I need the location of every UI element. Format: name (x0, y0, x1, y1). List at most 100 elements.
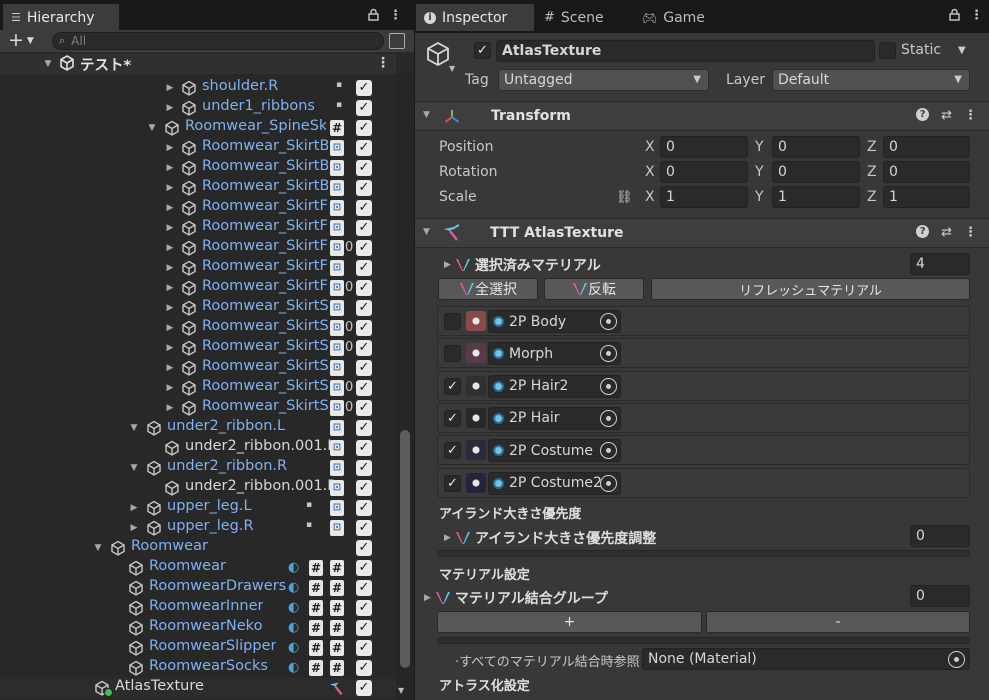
kebab-icon[interactable]: ⋮ (964, 225, 977, 240)
object-picker-icon[interactable] (600, 345, 617, 363)
enable-checkbox[interactable]: ✓ (356, 420, 372, 436)
hierarchy-row[interactable]: ▶ upper_leg.L ▪ ⊡ ✓ (0, 498, 396, 518)
hierarchy-row[interactable]: RoomwearInner ◐ # # ✓ (0, 598, 396, 618)
enable-checkbox[interactable]: ✓ (356, 620, 372, 636)
scene-kebab-icon[interactable]: ⋮ (376, 55, 390, 71)
material-merge-group-count[interactable]: 0 (910, 585, 970, 607)
collapse-arrow[interactable]: ▼ (423, 110, 430, 120)
hierarchy-row[interactable]: ▶ Roomwear_SkirtS ⊡ 0 ✓ (0, 378, 396, 398)
refresh-materials-button[interactable]: リフレッシュマテリアル (651, 278, 970, 300)
expand-arrow[interactable]: ▶ (165, 303, 175, 313)
hierarchy-row[interactable]: Roomwear ◐ # # ✓ (0, 558, 396, 578)
enable-checkbox[interactable]: ✓ (356, 680, 372, 696)
tag-dropdown[interactable]: Untagged ▼ (498, 69, 709, 91)
hierarchy-row[interactable]: ▼ Roomwear ✓ (0, 538, 396, 558)
enable-checkbox[interactable]: ✓ (356, 280, 372, 296)
position-x-field[interactable]: 0 (660, 136, 748, 158)
enable-checkbox[interactable]: ✓ (356, 440, 372, 456)
material-object-field[interactable]: 2P Costume (488, 439, 621, 463)
collapse-arrow[interactable]: ▼ (423, 227, 430, 237)
expand-arrow[interactable]: ▶ (165, 363, 175, 373)
expand-arrow[interactable]: ▶ (165, 343, 175, 353)
enable-checkbox[interactable]: ✓ (356, 580, 372, 596)
scale-z-field[interactable]: 1 (883, 186, 970, 208)
transform-header[interactable]: ▼ Transform ? ⇄ ⋮ (415, 101, 989, 131)
static-dropdown-arrow[interactable]: ▼ (958, 45, 966, 56)
enable-checkbox[interactable]: ✓ (356, 600, 372, 616)
hierarchy-row[interactable]: ▶ under1_ribbons ▪ ✓ (0, 98, 396, 118)
object-picker-icon[interactable] (600, 377, 617, 395)
hierarchy-row[interactable]: ▶ Roomwear_SkirtS ⊡ ✓ (0, 298, 396, 318)
expand-arrow[interactable]: ▶ (165, 383, 175, 393)
expand-arrow[interactable]: ▶ (165, 203, 175, 213)
kebab-icon[interactable]: ⋮ (389, 8, 402, 23)
scale-x-field[interactable]: 1 (660, 186, 748, 208)
help-icon[interactable]: ? (916, 225, 930, 238)
enable-checkbox[interactable]: ✓ (356, 140, 372, 156)
scroll-down-icon[interactable]: ▼ (398, 686, 404, 695)
rotation-z-field[interactable]: 0 (883, 161, 970, 183)
hierarchy-row[interactable]: ▶ Roomwear_SkirtB ⊡ ✓ (0, 158, 396, 178)
enable-checkbox[interactable]: ✓ (356, 640, 372, 656)
hierarchy-row[interactable]: ▼ under2_ribbon.L ⊡ ✓ (0, 418, 396, 438)
material-select-checkbox[interactable]: ✓ (444, 442, 461, 460)
unlinked-scale-icon[interactable]: ⛓︎ (616, 190, 633, 205)
lock-icon[interactable] (368, 8, 379, 23)
expand-arrow[interactable]: ▶ (129, 503, 139, 513)
material-object-field[interactable]: 2P Hair2 (488, 374, 621, 398)
material-object-field[interactable]: 2P Body (488, 310, 621, 333)
expand-arrow[interactable]: ▶ (165, 103, 175, 113)
hierarchy-row[interactable]: ▶ upper_leg.R ▪ ⊡ ✓ (0, 518, 396, 538)
expand-arrow[interactable]: ▼ (93, 543, 103, 553)
enable-checkbox[interactable]: ✓ (356, 100, 372, 116)
all-merge-ref-field[interactable]: None (Material) (642, 648, 970, 670)
search-mode-icon[interactable] (389, 33, 405, 49)
ttt-atlastexture-header[interactable]: ▼ TTT AtlasTexture ? ⇄ ⋮ (415, 218, 989, 248)
tab-hierarchy[interactable]: ☰ Hierarchy (3, 4, 119, 31)
material-select-checkbox[interactable]: ✓ (444, 409, 461, 427)
hierarchy-scroll-thumb[interactable] (400, 430, 410, 668)
tab-game[interactable]: 🎮︎ Game (634, 4, 713, 31)
enable-checkbox[interactable]: ✓ (356, 460, 372, 476)
enable-checkbox[interactable]: ✓ (356, 360, 372, 376)
enable-checkbox[interactable]: ✓ (356, 80, 372, 96)
material-object-field[interactable]: Morph (488, 342, 621, 366)
expand-arrow[interactable]: ▼ (129, 463, 139, 473)
hierarchy-row[interactable]: ▼ under2_ribbon.R ⊡ ✓ (0, 458, 396, 478)
enable-checkbox[interactable]: ✓ (356, 220, 372, 236)
hierarchy-row[interactable]: under2_ribbon.001.R ⊡ ✓ (0, 478, 396, 498)
expand-arrow[interactable]: ▶ (129, 523, 139, 533)
material-select-checkbox[interactable]: ✓ (444, 474, 461, 492)
hierarchy-row[interactable]: ▶ Roomwear_SkirtF ⊡ 0 ✓ (0, 238, 396, 258)
rotation-y-field[interactable]: 0 (772, 161, 860, 183)
position-y-field[interactable]: 0 (772, 136, 860, 158)
enable-checkbox[interactable]: ✓ (356, 560, 372, 576)
hierarchy-row[interactable]: RoomwearDrawers ◐ # # ✓ (0, 578, 396, 598)
active-checkbox[interactable]: ✓ (474, 42, 491, 59)
enable-checkbox[interactable]: ✓ (356, 320, 372, 336)
hierarchy-row[interactable]: ▶ Roomwear_SkirtF ⊡ 0 ✓ (0, 278, 396, 298)
static-checkbox[interactable] (879, 42, 896, 59)
rotation-x-field[interactable]: 0 (660, 161, 748, 183)
kebab-icon[interactable]: ⋮ (964, 108, 977, 123)
expand-arrow[interactable]: ▶ (165, 263, 175, 273)
material-select-checkbox[interactable] (444, 345, 461, 363)
enable-checkbox[interactable]: ✓ (356, 200, 372, 216)
object-name-field[interactable]: AtlasTexture (496, 40, 875, 62)
presets-icon[interactable]: ⇄ (941, 108, 952, 123)
hierarchy-row[interactable]: ▶ shoulder.R ▪ ✓ (0, 78, 396, 98)
enable-checkbox[interactable]: ✓ (356, 160, 372, 176)
kebab-icon[interactable]: ⋮ (970, 8, 983, 23)
object-picker-icon[interactable] (600, 442, 617, 460)
enable-checkbox[interactable]: ✓ (356, 300, 372, 316)
island-priority-foldout[interactable]: ▶ アイランド大きさ優先度調整 (444, 528, 656, 548)
material-object-field[interactable]: 2P Hair (488, 406, 621, 430)
expand-arrow[interactable]: ▶ (165, 403, 175, 413)
expand-arrow[interactable]: ▶ (165, 183, 175, 193)
expand-arrow[interactable]: ▼ (129, 423, 139, 433)
hierarchy-search-input[interactable]: ⌕ All (52, 32, 384, 50)
invert-button[interactable]: 反転 (544, 278, 644, 300)
hierarchy-row[interactable]: ▼ Roomwear_SpineSk # ✓ (0, 118, 396, 138)
hierarchy-row[interactable]: ▶ Roomwear_SkirtS ⊡ 0 ✓ (0, 318, 396, 338)
material-merge-group-foldout[interactable]: ▶ マテリアル結合グループ (424, 588, 608, 608)
